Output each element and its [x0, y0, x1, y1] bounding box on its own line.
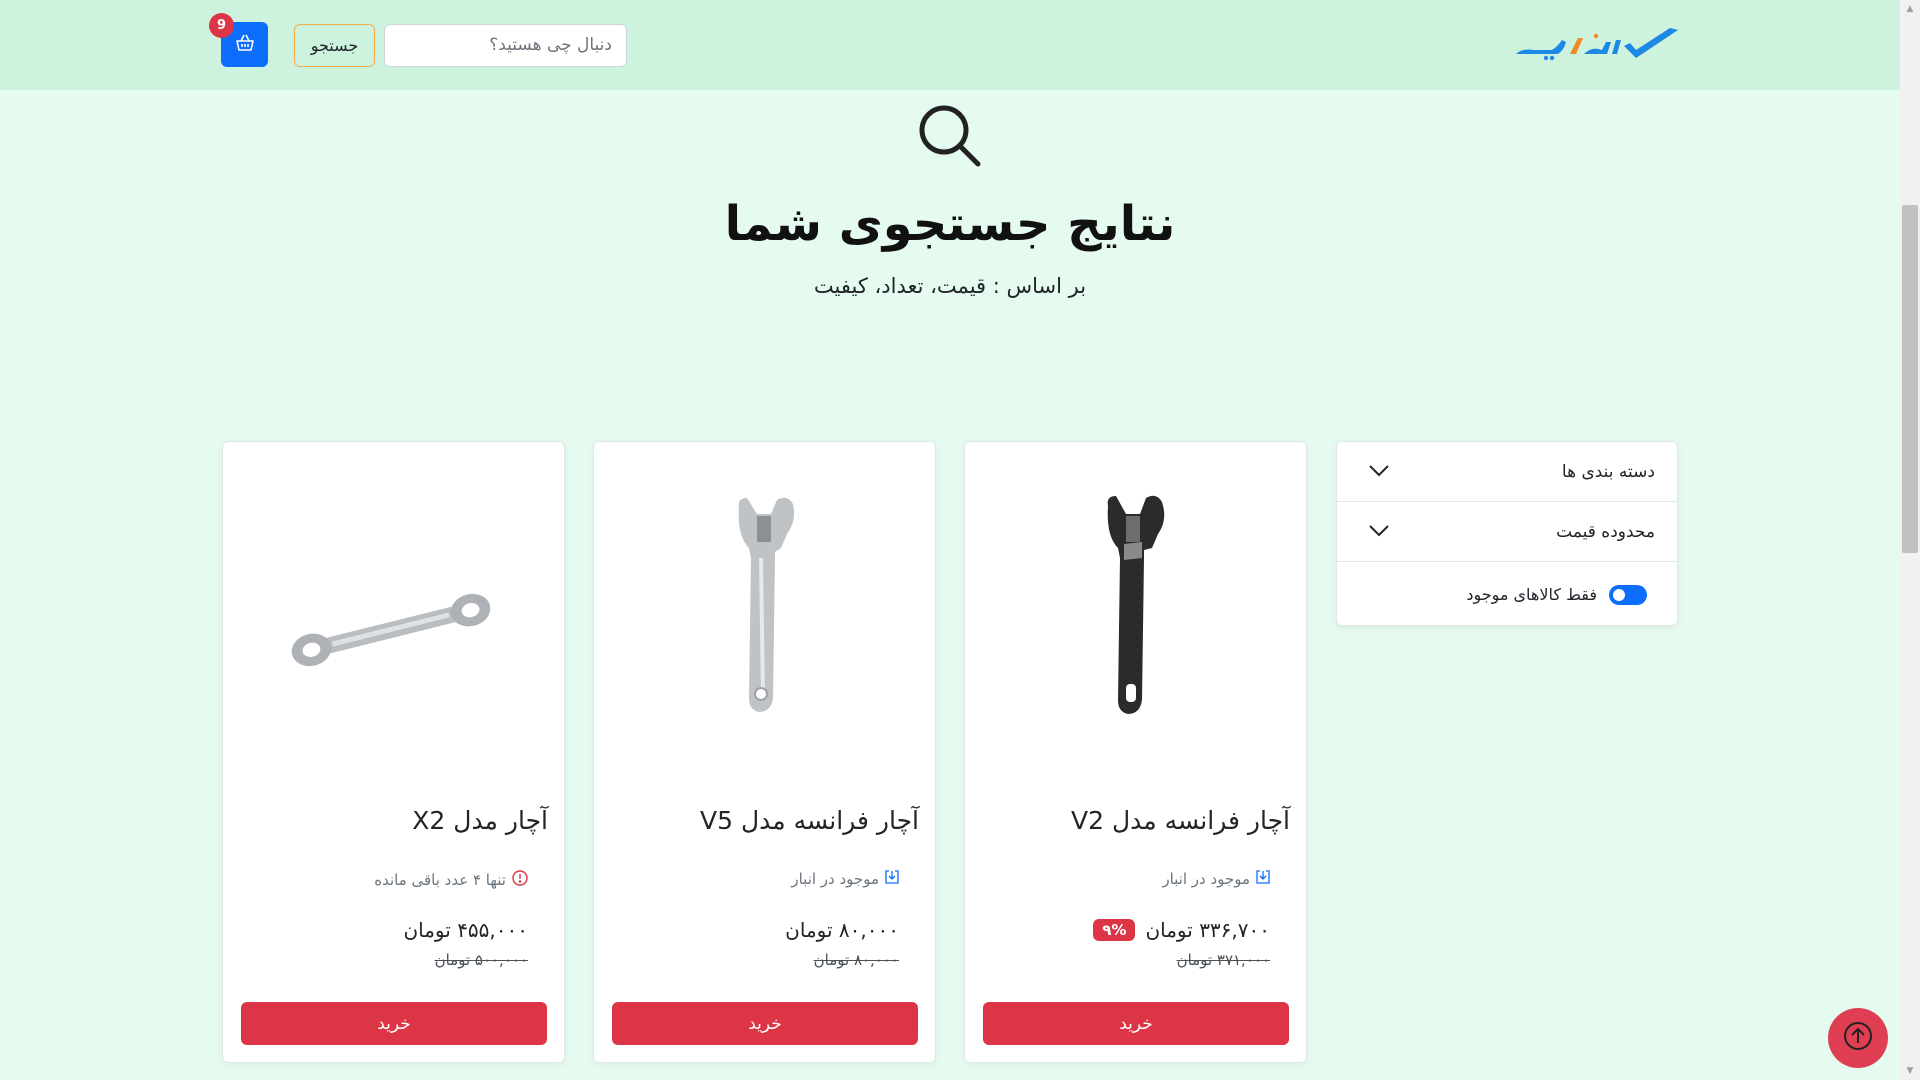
filter-price-range[interactable]: محدوده قیمت	[1337, 502, 1677, 562]
buy-button[interactable]: خرید	[241, 1002, 547, 1045]
page-title: نتایج جستجوی شما	[724, 196, 1176, 252]
exclamation-circle-icon	[512, 870, 528, 890]
filter-categories-label: دسته بندی ها	[1561, 461, 1655, 482]
discount-badge: ۹%	[1093, 919, 1136, 941]
in-stock-label: فقط کالاهای موجود	[1466, 585, 1597, 604]
scroll-down-arrow[interactable]: ▼	[1904, 1065, 1916, 1077]
price-row: ۸۰,۰۰۰ تومان	[785, 918, 899, 942]
price: ۴۵۵,۰۰۰ تومان	[403, 918, 528, 942]
product-card: آچار فرانسه مدل V2 موجود در انبار ۳۳۶,۷۰…	[964, 441, 1307, 1063]
scrollbar-thumb[interactable]	[1902, 205, 1918, 553]
buy-button[interactable]: خرید	[612, 1002, 918, 1045]
price-row: ۴۵۵,۰۰۰ تومان	[403, 918, 528, 942]
stock-status: موجود در انبار	[1162, 870, 1270, 888]
navbar: دنبال چی هستید؟ جستجو 9	[0, 0, 1900, 90]
search-icon	[916, 102, 984, 170]
filter-price-range-label: محدوده قیمت	[1556, 521, 1655, 542]
stock-text: تنها ۴ عدد باقی مانده	[374, 871, 506, 889]
price-row: ۳۳۶,۷۰۰ تومان ۹%	[1093, 918, 1270, 942]
product-card: آچار فرانسه مدل V5 موجود در انبار ۸۰,۰۰۰…	[593, 441, 936, 1063]
price: ۸۰,۰۰۰ تومان	[785, 918, 899, 942]
stock-status: تنها ۴ عدد باقی مانده	[374, 870, 528, 890]
product-image[interactable]	[223, 462, 564, 722]
buy-button[interactable]: خرید	[983, 1002, 1289, 1045]
filter-panel: دسته بندی ها محدوده قیمت فقط کالاهای موج…	[1336, 441, 1678, 626]
basket-icon	[235, 33, 255, 57]
old-price: ۵۰۰,۰۰۰ تومان	[434, 951, 528, 969]
old-price: ۳۷۱,۰۰۰ تومان	[1176, 951, 1270, 969]
cart-count-badge: 9	[209, 13, 234, 38]
search-button[interactable]: جستجو	[294, 24, 375, 67]
product-image[interactable]	[965, 462, 1306, 722]
chevron-down-icon	[1369, 522, 1389, 541]
chevron-down-icon	[1369, 462, 1389, 481]
product-image[interactable]	[594, 462, 935, 722]
stock-text: موجود در انبار	[791, 870, 879, 888]
product-title[interactable]: آچار مدل X2	[238, 806, 548, 835]
product-card: آچار مدل X2 تنها ۴ عدد باقی مانده ۴۵۵,۰۰…	[222, 441, 565, 1063]
arrow-up-circle-icon	[1842, 1020, 1874, 1056]
filter-categories[interactable]: دسته بندی ها	[1337, 442, 1677, 502]
back-to-top-button[interactable]	[1828, 1008, 1888, 1068]
logo[interactable]	[1512, 24, 1682, 66]
product-title[interactable]: آچار فرانسه مدل V2	[980, 806, 1290, 835]
stock-status: موجود در انبار	[791, 870, 899, 888]
search-input[interactable]: دنبال چی هستید؟	[384, 24, 627, 67]
in-stock-toggle[interactable]	[1609, 584, 1647, 605]
stock-text: موجود در انبار	[1162, 870, 1250, 888]
box-arrow-in-icon	[1256, 870, 1270, 888]
page-subtitle: بر اساس : قیمت، تعداد، کیفیت	[813, 274, 1087, 298]
box-arrow-in-icon	[885, 870, 899, 888]
old-price: ۸۰,۰۰۰ تومان	[813, 951, 899, 969]
scroll-up-arrow[interactable]: ▲	[1904, 3, 1916, 15]
product-title[interactable]: آچار فرانسه مدل V5	[609, 806, 919, 835]
filter-in-stock: فقط کالاهای موجود	[1337, 562, 1677, 627]
price: ۳۳۶,۷۰۰ تومان	[1145, 918, 1270, 942]
